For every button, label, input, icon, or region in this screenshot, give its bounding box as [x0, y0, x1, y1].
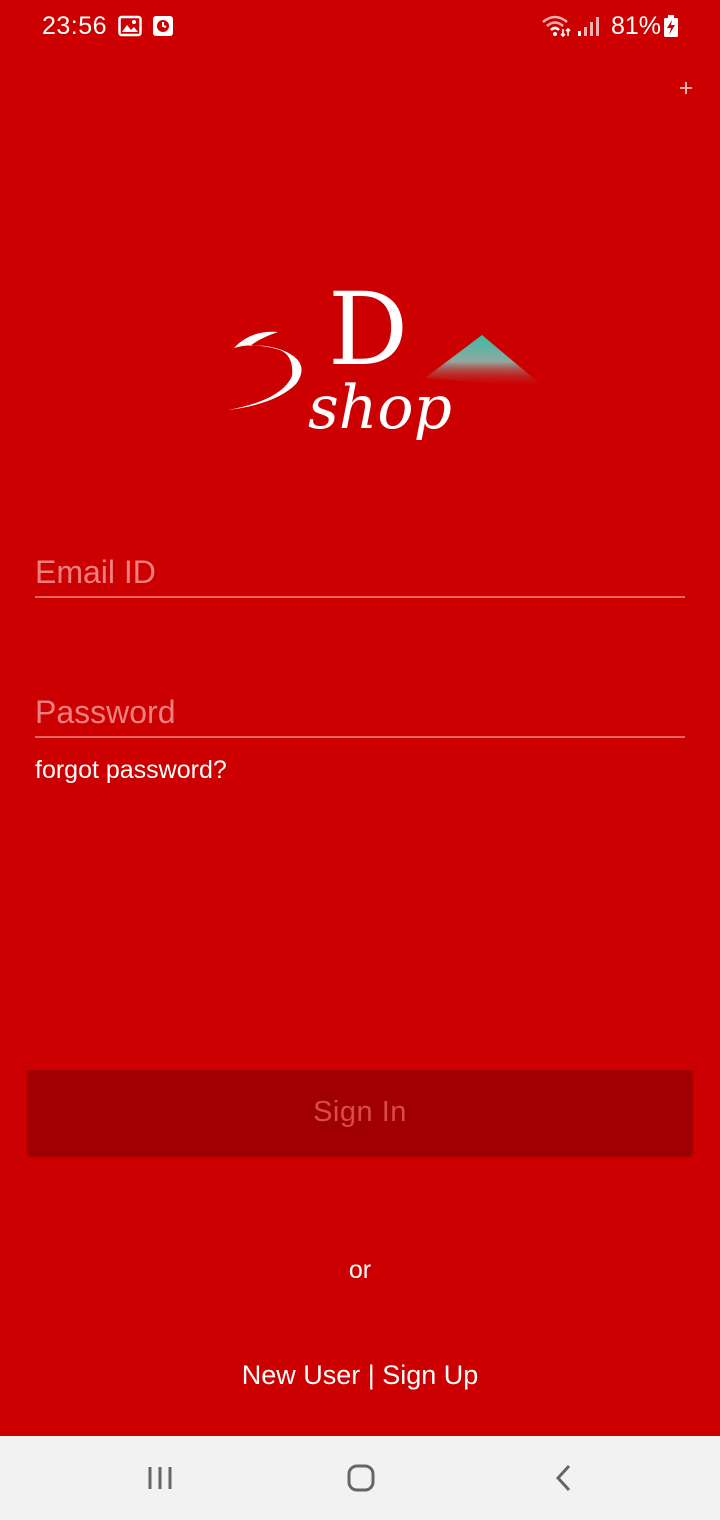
signal-icon [576, 14, 600, 38]
svg-text:D: D [328, 280, 408, 388]
image-icon [118, 14, 142, 38]
forgot-password-link[interactable]: forgot password? [35, 756, 227, 785]
status-bar: 23:56 81% [0, 0, 720, 56]
svg-text:shop: shop [308, 373, 452, 440]
password-input[interactable] [35, 676, 685, 742]
home-icon[interactable] [341, 1458, 381, 1498]
system-nav-bar [0, 1436, 720, 1520]
email-input[interactable] [35, 536, 685, 602]
status-time: 23:56 [42, 12, 108, 40]
clock-icon [151, 14, 175, 38]
sign-in-button[interactable]: Sign In [28, 1070, 692, 1154]
wifi-icon [541, 14, 571, 38]
or-separator: or [348, 1256, 372, 1284]
back-icon[interactable] [544, 1458, 584, 1498]
password-field-container [35, 676, 685, 742]
login-screen: 23:56 81% D shop Email ID forgot passwor… [0, 0, 720, 1520]
battery-charging-icon [663, 14, 679, 38]
email-field-container [35, 536, 685, 602]
battery-percent: 81% [611, 12, 662, 40]
recent-apps-icon[interactable] [140, 1458, 180, 1498]
app-logo: D shop [220, 271, 550, 443]
plus-icon[interactable] [676, 78, 696, 98]
sign-up-link[interactable]: New User | Sign Up [0, 1360, 720, 1391]
